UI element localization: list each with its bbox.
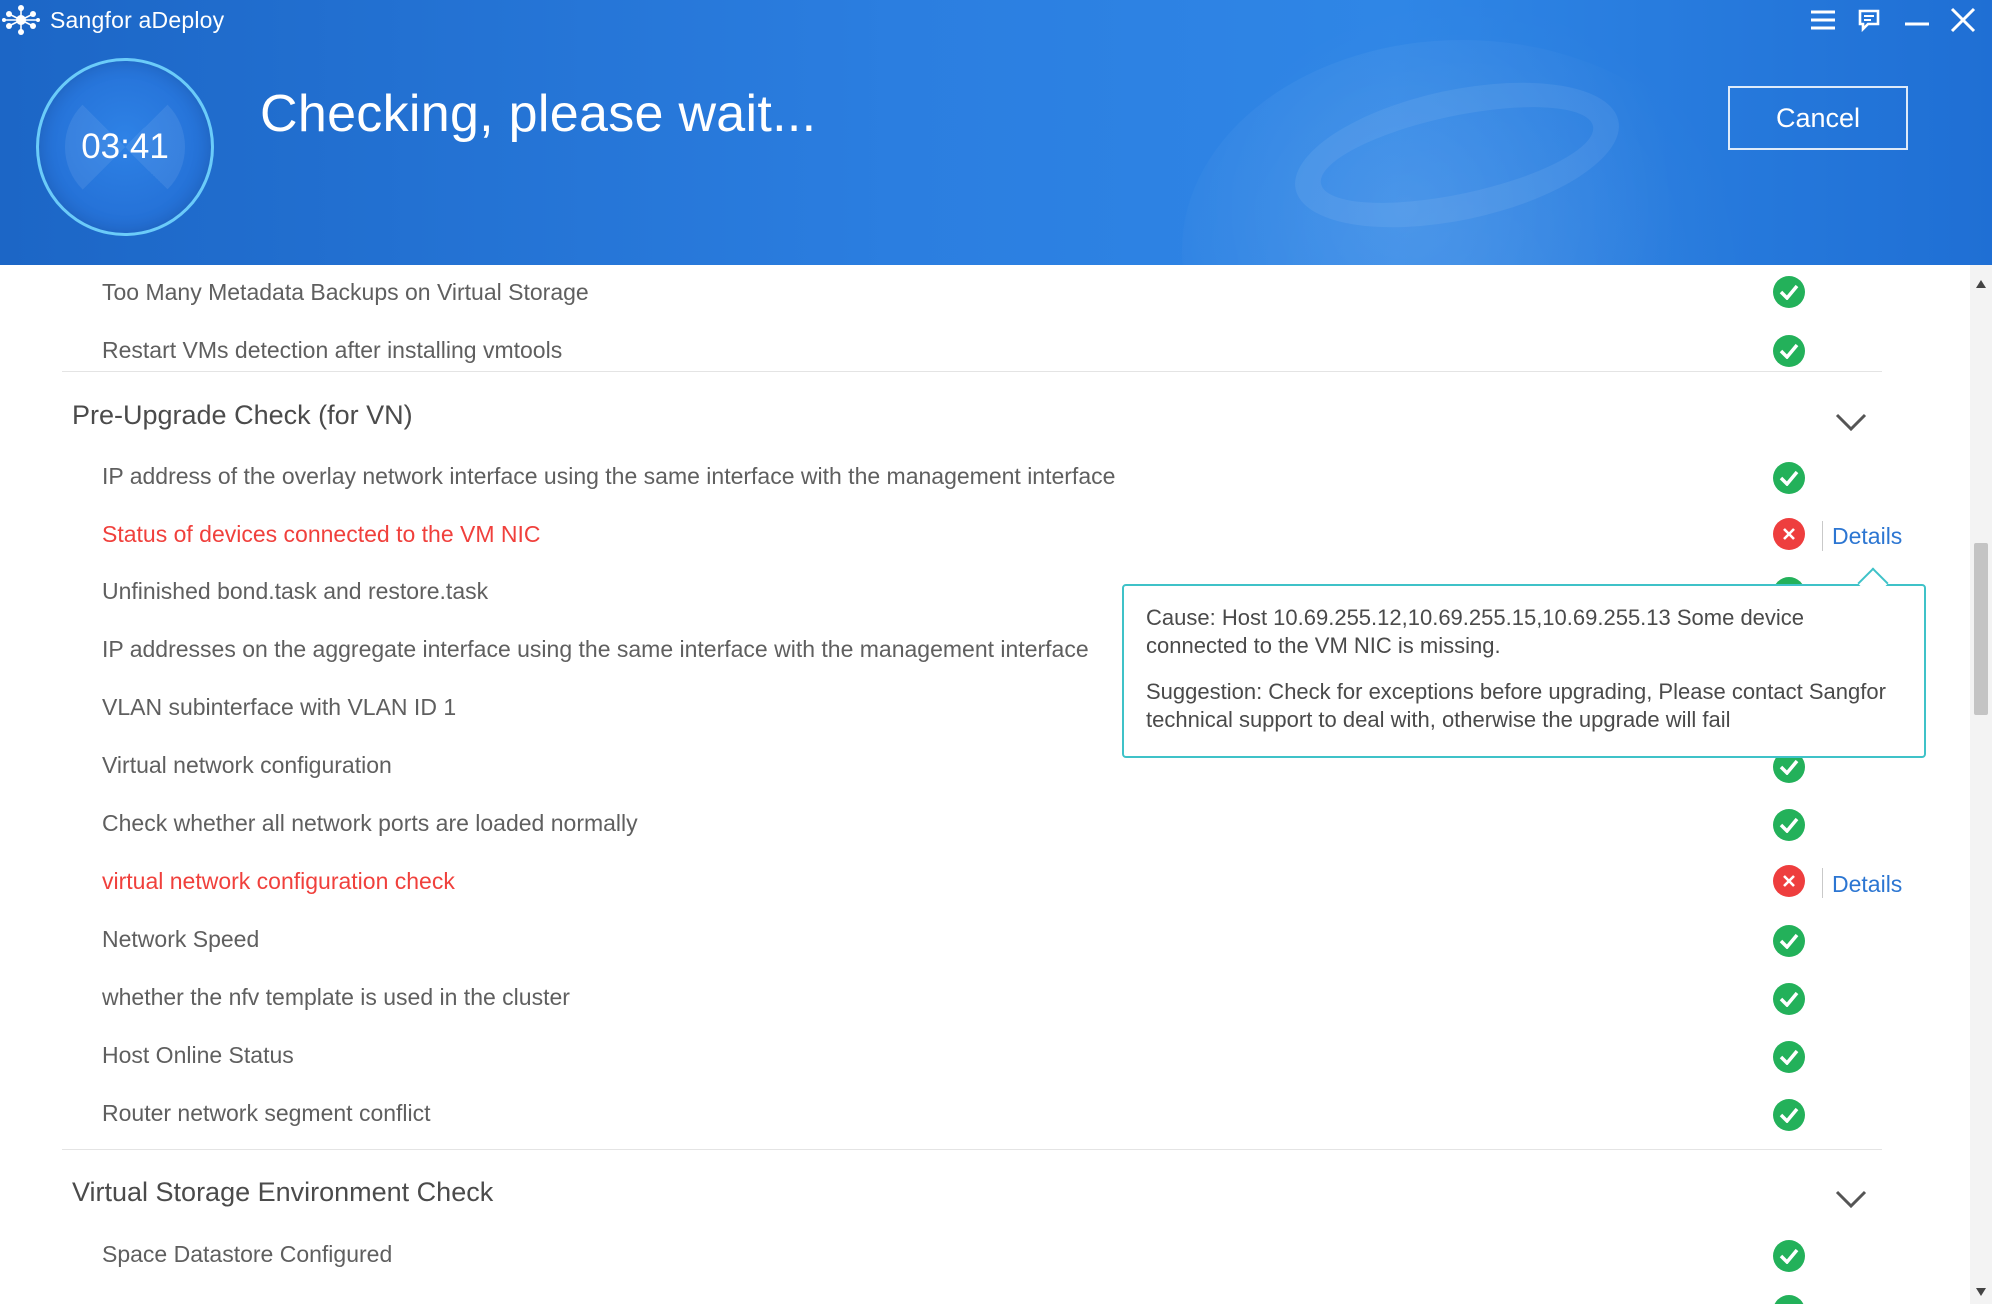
menu-icon[interactable] (1804, 4, 1842, 36)
chevron-down-icon[interactable] (1832, 409, 1870, 435)
check-ok-icon (1773, 983, 1805, 1015)
countdown-timer: 03:41 (36, 58, 214, 236)
vertical-scrollbar[interactable] (1970, 265, 1992, 1304)
details-link[interactable]: Details (1832, 523, 1902, 550)
check-ok-icon (1773, 276, 1805, 308)
list-item: whether the nfv template is used in the … (102, 968, 1922, 1026)
list-item: IP address of the overlay network interf… (102, 447, 1922, 505)
check-ok-icon (1773, 925, 1805, 957)
check-status-title: Checking, please wait... (260, 85, 817, 143)
details-tooltip: Cause: Host 10.69.255.12,10.69.255.15,10… (1122, 584, 1926, 758)
section-divider (62, 1149, 1882, 1150)
list-item: Router network segment conflict (102, 1084, 1922, 1142)
check-item-label: Network Speed (102, 925, 260, 952)
app-brand: Sangfor aDeploy (2, 4, 224, 36)
tooltip-suggestion: Suggestion: Check for exceptions before … (1146, 679, 1886, 732)
list-item: Check whether all network ports are load… (102, 794, 1922, 852)
check-ok-icon (1773, 809, 1805, 841)
check-ok-icon (1773, 1240, 1805, 1272)
check-item-label: Unfinished bond.task and restore.task (102, 577, 489, 604)
check-item-label: Check whether all network ports are load… (102, 809, 638, 836)
details-separator (1822, 868, 1823, 898)
check-item-label: Too Many Metadata Backups on Virtual Sto… (102, 278, 589, 305)
check-failed-icon (1773, 518, 1805, 550)
check-item-label: IP address of the overlay network interf… (102, 462, 1116, 489)
check-ok-icon (1773, 462, 1805, 494)
check-results-list: Too Many Metadata Backups on Virtual Sto… (0, 265, 1970, 1304)
details-link[interactable]: Details (1832, 871, 1902, 898)
close-icon[interactable] (1944, 4, 1982, 36)
section-title[interactable]: Virtual Storage Environment Check (72, 1177, 493, 1208)
check-item-label: VLAN subinterface with VLAN ID 1 (102, 693, 457, 720)
list-item: Status of devices connected to the VM NI… (102, 505, 1922, 563)
list-item: virtual network configuration check (102, 852, 1922, 910)
header-banner: Sangfor aDeploy 03:41 Checking, please w… (0, 0, 1992, 265)
check-ok-icon (1773, 1099, 1805, 1131)
minimize-icon[interactable] (1898, 4, 1936, 36)
cancel-button[interactable]: Cancel (1728, 86, 1908, 150)
check-item-label: Router network segment conflict (102, 1099, 431, 1126)
check-item-label: Space Datastore Configured (102, 1240, 393, 1267)
list-item: Space Datastore Configured (102, 1225, 1922, 1283)
check-item-label: Restart VMs detection after installing v… (102, 336, 563, 363)
section-title[interactable]: Pre-Upgrade Check (for VN) (72, 400, 413, 431)
list-item: Network Speed (102, 910, 1922, 968)
list-item: Host Online Status (102, 1026, 1922, 1084)
sangfor-logo-icon (2, 5, 40, 35)
check-item-label: whether the nfv template is used in the … (102, 983, 570, 1010)
check-ok-icon (1773, 1041, 1805, 1073)
timer-value: 03:41 (81, 127, 169, 166)
scroll-down-icon[interactable] (1975, 1287, 1987, 1297)
check-ok-icon (1773, 335, 1805, 367)
check-item-label: virtual network configuration check (102, 867, 455, 894)
scroll-up-icon[interactable] (1975, 279, 1987, 289)
tooltip-cause: Cause: Host 10.69.255.12,10.69.255.15,10… (1146, 605, 1805, 658)
check-ok-icon (1773, 1295, 1805, 1304)
check-item-label: IP addresses on the aggregate interface … (102, 635, 1089, 662)
chevron-down-icon[interactable] (1832, 1186, 1870, 1212)
scrollbar-thumb[interactable] (1974, 543, 1988, 715)
app-title: Sangfor aDeploy (50, 6, 225, 33)
section-divider (62, 371, 1882, 372)
details-separator (1822, 521, 1823, 551)
check-item-label: Host Online Status (102, 1041, 294, 1068)
check-item-label: Virtual network configuration (102, 751, 392, 778)
check-item-label: Status of devices connected to the VM NI… (102, 520, 541, 547)
check-failed-icon (1773, 865, 1805, 897)
list-item: Too Many Metadata Backups on Virtual Sto… (102, 265, 1922, 321)
feedback-icon[interactable] (1850, 4, 1888, 36)
